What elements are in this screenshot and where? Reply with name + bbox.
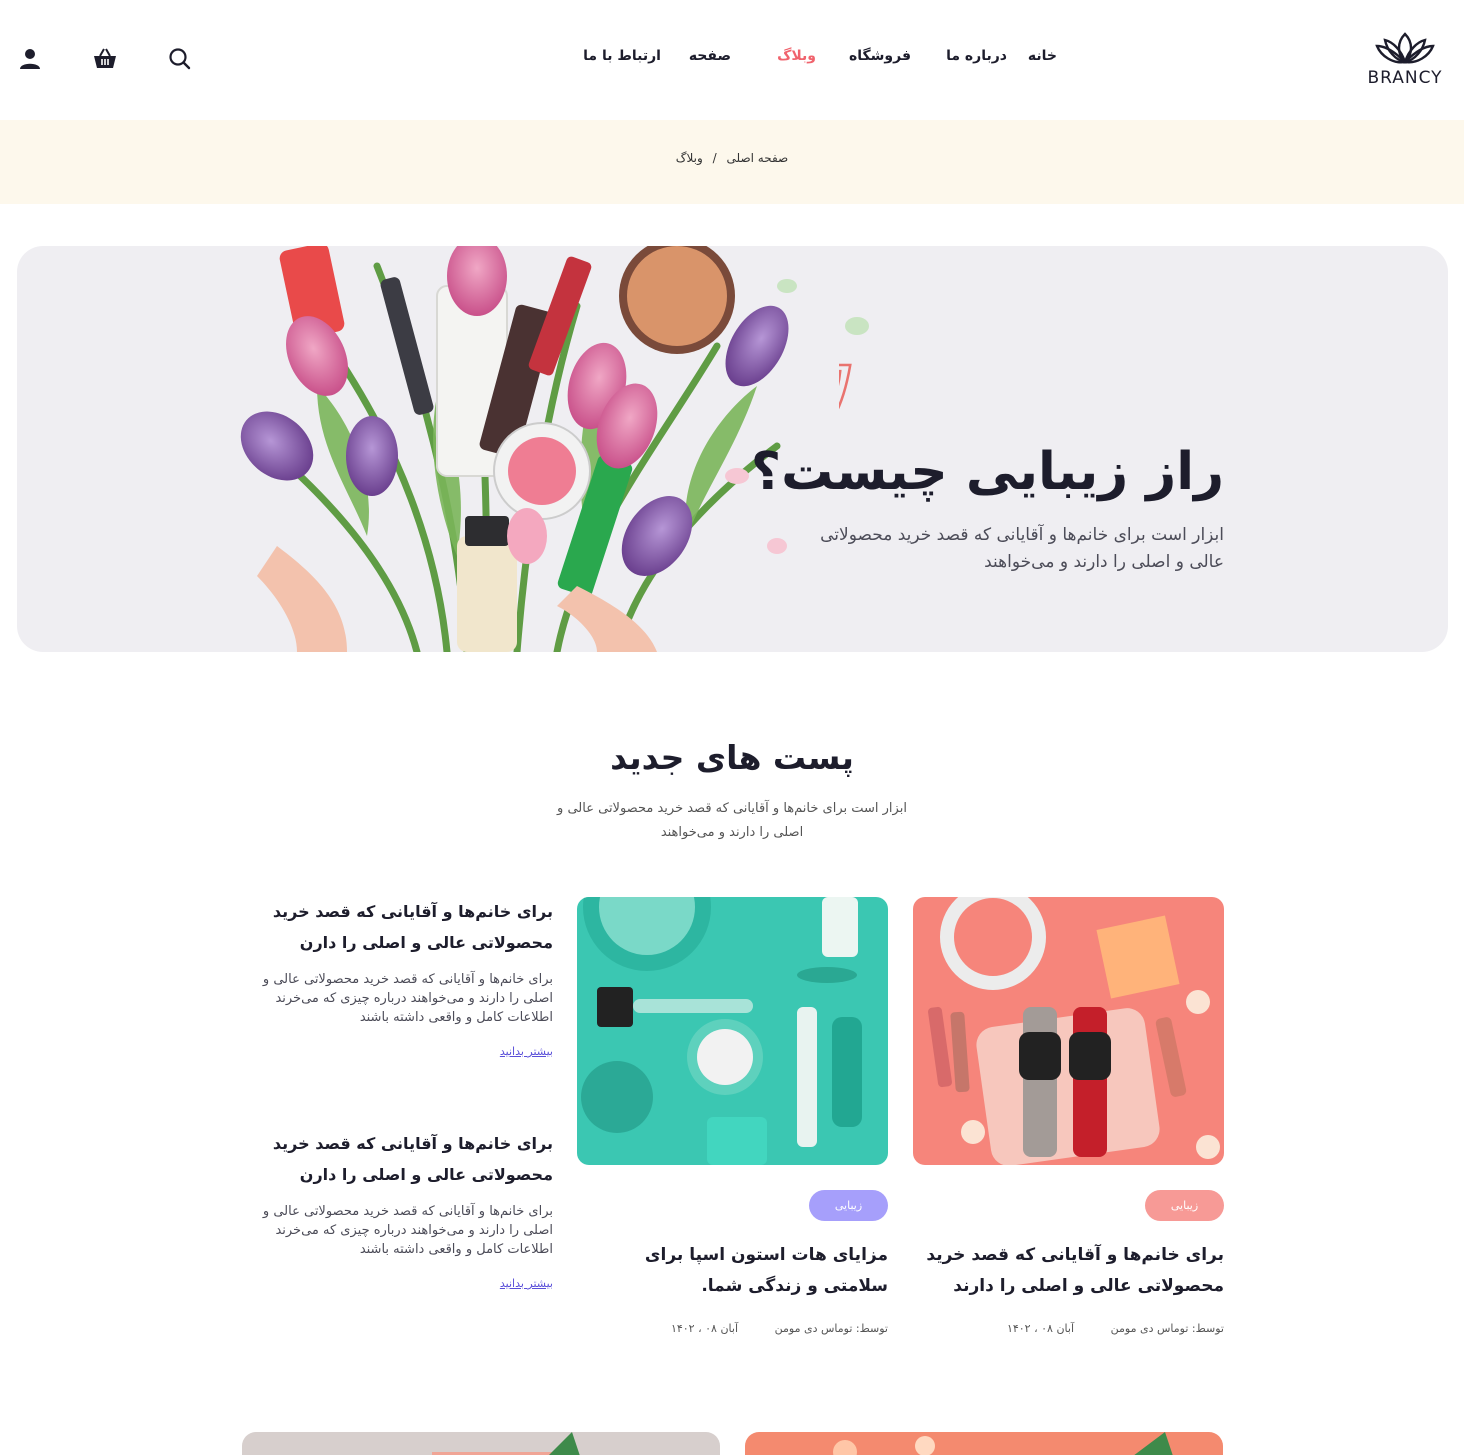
post-image-spa[interactable] bbox=[577, 897, 888, 1165]
post-card[interactable]: زیبایی مزایای هات استون اسپا برای سلامتی… bbox=[577, 897, 888, 1335]
post-date: آبان ۰۸ ، ۱۴۰۲ bbox=[670, 1322, 738, 1335]
user-icon[interactable] bbox=[16, 45, 44, 73]
post-author: توسط: توماس دی مومن bbox=[1110, 1322, 1224, 1335]
site-header: BRANCY خانه درباره ما فروشگاه وبلاگ صفحه… bbox=[0, 0, 1464, 120]
hero-banner: Beauty راز زیبایی چیست؟ ابزار است برای خ… bbox=[17, 246, 1448, 652]
post-card[interactable]: زیبایی برای خانم‌ها و آقایانی که قصد خری… bbox=[913, 897, 1224, 1335]
read-more-link[interactable]: بیشتر بدانید bbox=[500, 1045, 553, 1058]
nav-item-contact[interactable]: ارتباط با ما bbox=[583, 48, 661, 64]
cart-icon[interactable] bbox=[91, 45, 119, 73]
breadcrumb-separator: / bbox=[712, 151, 717, 165]
post-title[interactable]: مزایای هات استون اسپا برای سلامتی و زندگ… bbox=[577, 1240, 888, 1302]
list-post-title[interactable]: برای خانم‌ها و آقایانی که قصد خرید محصول… bbox=[233, 1128, 553, 1190]
nav-item-shop[interactable]: فروشگاه bbox=[849, 48, 911, 64]
hero-title: راز زیبایی چیست؟ bbox=[750, 442, 1224, 502]
list-post-excerpt: برای خانم‌ها و آقایانی که قصد خرید محصول… bbox=[262, 972, 553, 1025]
hero-subtitle: ابزار است برای خانم‌ها و آقایانی که قصد … bbox=[820, 525, 1224, 572]
post-date: آبان ۰۸ ، ۱۴۰۲ bbox=[1006, 1322, 1074, 1335]
category-badge[interactable]: زیبایی bbox=[809, 1190, 888, 1221]
main-nav: خانه درباره ما فروشگاه وبلاگ صفحه ارتباط… bbox=[0, 48, 1464, 70]
section-subtitle: ابزار است برای خانم‌ها و آقایانی که قصد … bbox=[557, 801, 907, 840]
read-more-link[interactable]: بیشتر بدانید bbox=[500, 1277, 553, 1290]
list-post[interactable]: برای خانم‌ها و آقایانی که قصد خرید محصول… bbox=[233, 896, 553, 1059]
breadcrumb-home[interactable]: صفحه اصلی bbox=[726, 151, 788, 165]
list-post-title[interactable]: برای خانم‌ها و آقایانی که قصد خرید محصول… bbox=[233, 896, 553, 958]
breadcrumb: صفحه اصلی / وبلاگ bbox=[0, 151, 1464, 165]
logo-text: BRANCY bbox=[1367, 68, 1443, 88]
nav-item-page[interactable]: صفحه bbox=[689, 48, 731, 64]
breadcrumb-band: صفحه اصلی / وبلاگ bbox=[0, 120, 1464, 204]
post-image-accessories[interactable] bbox=[913, 897, 1224, 1165]
post-image-floral[interactable] bbox=[745, 1432, 1223, 1455]
list-post-excerpt: برای خانم‌ها و آقایانی که قصد خرید محصول… bbox=[262, 1204, 553, 1257]
search-icon[interactable] bbox=[166, 45, 194, 73]
category-badge[interactable]: زیبایی bbox=[1145, 1190, 1224, 1221]
svg-text:Beauty: Beauty bbox=[839, 316, 850, 454]
section-title: پست های جدید bbox=[610, 738, 854, 777]
list-post[interactable]: برای خانم‌ها و آقایانی که قصد خرید محصول… bbox=[233, 1128, 553, 1291]
post-title[interactable]: برای خانم‌ها و آقایانی که قصد خرید محصول… bbox=[913, 1240, 1224, 1302]
nav-item-home[interactable]: خانه bbox=[1028, 48, 1057, 64]
nav-item-blog[interactable]: وبلاگ bbox=[777, 48, 816, 64]
post-image-plant[interactable] bbox=[242, 1432, 720, 1455]
breadcrumb-current: وبلاگ bbox=[675, 151, 703, 165]
post-author: توسط: توماس دی مومن bbox=[774, 1322, 888, 1335]
nav-item-about[interactable]: درباره ما bbox=[946, 48, 1007, 64]
